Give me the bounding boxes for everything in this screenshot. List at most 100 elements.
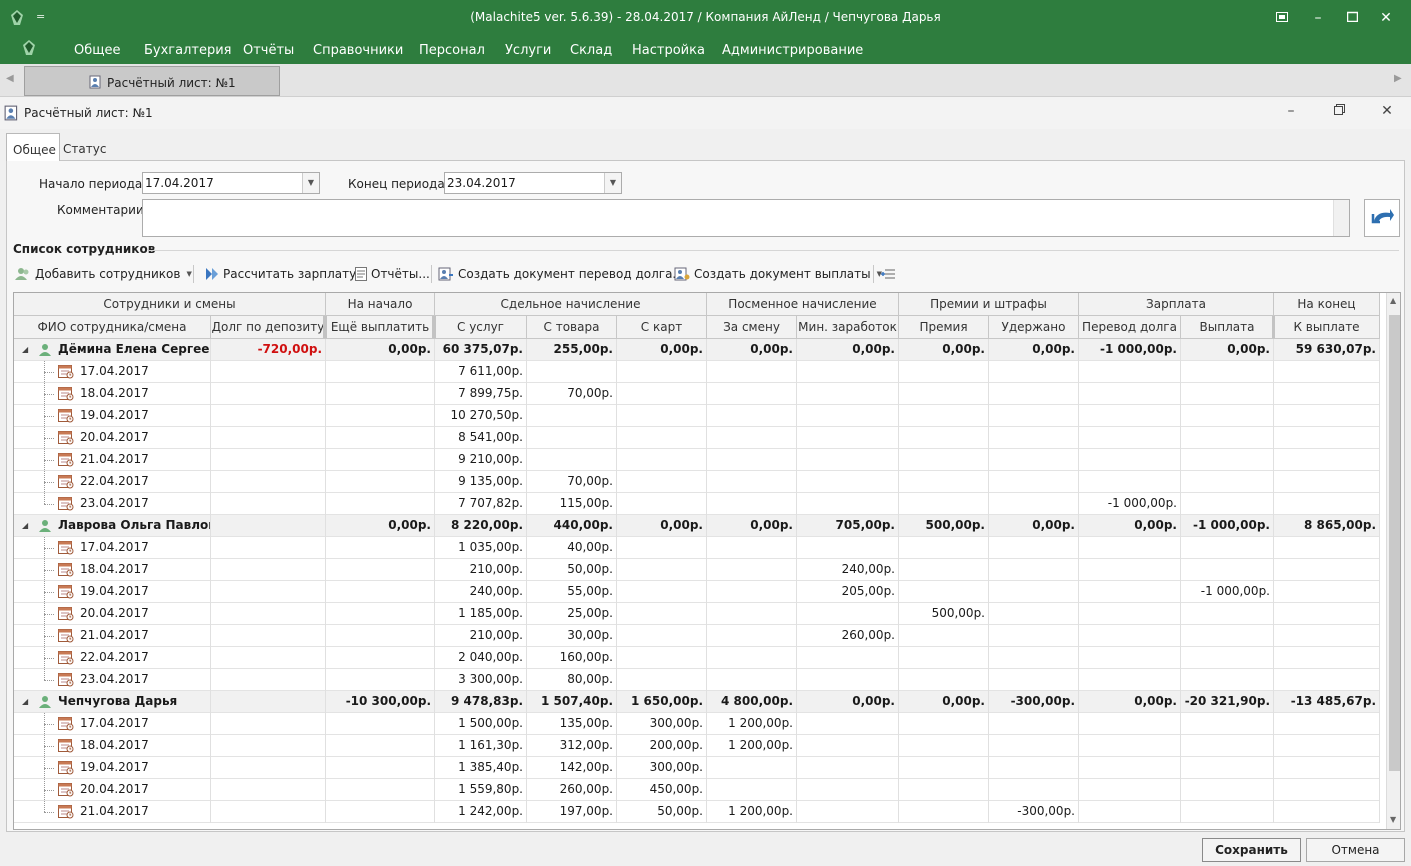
col-min-earnings[interactable]: Мин. заработок: [797, 316, 899, 339]
grid-cell: 705,00р.: [797, 515, 899, 537]
shift-row[interactable]: 23.04.2017 7 707,82р. 115,00р. -1 000,00р.: [14, 493, 1380, 515]
comments-textarea[interactable]: [142, 199, 1350, 237]
grid-cell: 0,00р.: [326, 515, 435, 537]
minimize-window-button[interactable]: –: [1302, 6, 1334, 30]
col-still-to-pay[interactable]: Ещё выплатить: [326, 316, 435, 339]
tab-general[interactable]: Общее: [6, 133, 60, 161]
reports-button[interactable]: Отчёты...: [355, 263, 430, 285]
band-employees-shifts[interactable]: Сотрудники и смены: [14, 293, 326, 316]
band-at-start[interactable]: На начало: [326, 293, 435, 316]
band-piecework[interactable]: Сдельное начисление: [435, 293, 707, 316]
menu-services[interactable]: Услуги: [505, 43, 551, 58]
form-restore-button[interactable]: [1326, 103, 1352, 119]
shift-row[interactable]: 19.04.2017 1 385,40р. 142,00р. 300,00р.: [14, 757, 1380, 779]
period-end-combo[interactable]: 23.04.2017 ▼: [444, 172, 622, 194]
scroll-left-icon[interactable]: ◀: [6, 73, 14, 84]
band-salary[interactable]: Зарплата: [1079, 293, 1274, 316]
cancel-button[interactable]: Отмена: [1306, 838, 1405, 862]
shift-row[interactable]: 20.04.2017 8 541,00р.: [14, 427, 1380, 449]
maximize-window-button[interactable]: [1336, 6, 1368, 30]
chevron-down-icon[interactable]: ▼: [1390, 815, 1396, 824]
col-bonus[interactable]: Премия: [899, 316, 989, 339]
column-settings-button[interactable]: [881, 263, 897, 285]
col-to-pay[interactable]: К выплате: [1274, 316, 1380, 339]
menu-settings[interactable]: Настройка: [632, 43, 705, 58]
menu-general[interactable]: Общее: [74, 43, 121, 58]
add-employees-button[interactable]: Добавить сотрудников ▼: [15, 263, 192, 285]
col-employee-name[interactable]: ФИО сотрудника/смена: [14, 316, 211, 339]
band-per-shift[interactable]: Посменное начисление: [707, 293, 899, 316]
col-from-cards[interactable]: С карт: [617, 316, 707, 339]
shift-row[interactable]: 23.04.2017 3 300,00р. 80,00р.: [14, 669, 1380, 691]
chevron-up-icon[interactable]: ▲: [1390, 296, 1396, 305]
restore-layout-icon[interactable]: [1266, 6, 1298, 30]
period-start-combo[interactable]: 17.04.2017 ▼: [142, 172, 320, 194]
scrollbar-thumb[interactable]: [1389, 315, 1400, 771]
shift-row[interactable]: 21.04.2017 9 210,00р.: [14, 449, 1380, 471]
calculate-salary-button[interactable]: Рассчитать зарплату: [205, 263, 356, 285]
col-debt-transfer[interactable]: Перевод долга: [1079, 316, 1181, 339]
grid-vertical-scrollbar[interactable]: ▲ ▼: [1386, 293, 1400, 829]
grid-cell: [1079, 735, 1181, 757]
grid-cell: [1079, 383, 1181, 405]
create-debt-transfer-button[interactable]: Создать документ перевод долга...: [438, 263, 684, 285]
shift-row[interactable]: 18.04.2017 210,00р. 50,00р. 240,00р.: [14, 559, 1380, 581]
shift-row[interactable]: 18.04.2017 1 161,30р. 312,00р. 200,00р. 1 20…: [14, 735, 1380, 757]
grid-cell: [707, 625, 797, 647]
calculate-salary-label: Рассчитать зарплату: [223, 267, 357, 281]
grid-cell: 1 185,00р.: [435, 603, 527, 625]
menu-personnel[interactable]: Персонал: [419, 43, 485, 58]
create-payment-button[interactable]: Создать документ выплаты ▼: [674, 263, 882, 285]
shift-row[interactable]: 17.04.2017 1 500,00р. 135,00р. 300,00р. 1 20…: [14, 713, 1380, 735]
save-button[interactable]: Сохранить: [1202, 838, 1301, 862]
form-minimize-button[interactable]: –: [1278, 103, 1304, 119]
shift-row[interactable]: 21.04.2017 1 242,00р. 197,00р. 50,00р. 1 200…: [14, 801, 1380, 823]
menu-directories[interactable]: Справочники: [313, 43, 403, 58]
chevron-down-icon[interactable]: ▼: [302, 173, 319, 193]
col-per-shift[interactable]: За смену: [707, 316, 797, 339]
shift-row[interactable]: 21.04.2017 210,00р. 30,00р. 260,00р.: [14, 625, 1380, 647]
menu-accounting[interactable]: Бухгалтерия: [144, 43, 232, 58]
shift-row[interactable]: 22.04.2017 2 040,00р. 160,00р.: [14, 647, 1380, 669]
grid-cell: 7 899,75р.: [435, 383, 527, 405]
shift-row[interactable]: 22.04.2017 9 135,00р. 70,00р.: [14, 471, 1380, 493]
form-close-button[interactable]: ✕: [1374, 103, 1400, 119]
employee-row[interactable]: ◢Дёмина Елена Сергеевна-720,00р.0,00р.60…: [14, 339, 1380, 361]
payslip-icon: [89, 75, 101, 89]
col-deposit-debt[interactable]: Долг по депозиту: [211, 316, 326, 339]
menu-warehouse[interactable]: Склад: [570, 43, 612, 58]
menu-administration[interactable]: Администрирование: [722, 43, 863, 58]
tab-status[interactable]: Статус: [57, 133, 111, 161]
grid-cell: 500,00р.: [899, 603, 989, 625]
grid-cell: 25,00р.: [527, 603, 617, 625]
shift-row[interactable]: 17.04.2017 7 611,00р.: [14, 361, 1380, 383]
comments-scrollbar[interactable]: [1333, 200, 1349, 236]
grid-cell: [707, 405, 797, 427]
grid-cell: -1 000,00р.: [1181, 581, 1274, 603]
scroll-right-icon[interactable]: ▶: [1394, 73, 1402, 84]
grid-cell: [989, 361, 1079, 383]
close-window-button[interactable]: ✕: [1370, 6, 1402, 30]
grid-cell: [707, 559, 797, 581]
shift-row[interactable]: 20.04.2017 1 559,80р. 260,00р. 450,00р.: [14, 779, 1380, 801]
shift-row[interactable]: 17.04.2017 1 035,00р. 40,00р.: [14, 537, 1380, 559]
col-withheld[interactable]: Удержано: [989, 316, 1079, 339]
grid-cell: 1 161,30р.: [435, 735, 527, 757]
col-from-services[interactable]: С услуг: [435, 316, 527, 339]
employees-grid[interactable]: ▲ ▼ Сотрудники и смены На начало Сдельное …: [13, 292, 1401, 830]
shift-row[interactable]: 19.04.2017 10 270,50р.: [14, 405, 1380, 427]
document-tab-payslip[interactable]: Расчётный лист: №1: [24, 66, 280, 96]
shift-row[interactable]: 18.04.2017 7 899,75р. 70,00р.: [14, 383, 1380, 405]
col-payment[interactable]: Выплата: [1181, 316, 1274, 339]
employee-row[interactable]: ◢ Чепчугова Дарья -10 300,00р. 9 478,83р. 1 …: [14, 691, 1380, 713]
employee-row[interactable]: ◢Лаврова Ольга Павловна0,00р.8 220,00р.4…: [14, 515, 1380, 537]
undo-button[interactable]: [1364, 199, 1400, 237]
band-bonuses-fines[interactable]: Премии и штрафы: [899, 293, 1079, 316]
col-from-goods[interactable]: С товара: [527, 316, 617, 339]
shift-row[interactable]: 20.04.2017 1 185,00р. 25,00р. 500,00р.: [14, 603, 1380, 625]
shift-row[interactable]: 19.04.2017 240,00р. 55,00р. 205,00р. -1 000,…: [14, 581, 1380, 603]
chevron-down-icon[interactable]: ▼: [604, 173, 621, 193]
menu-logo-icon[interactable]: [20, 39, 38, 57]
menu-reports[interactable]: Отчёты: [243, 43, 294, 58]
band-at-end[interactable]: На конец: [1274, 293, 1380, 316]
